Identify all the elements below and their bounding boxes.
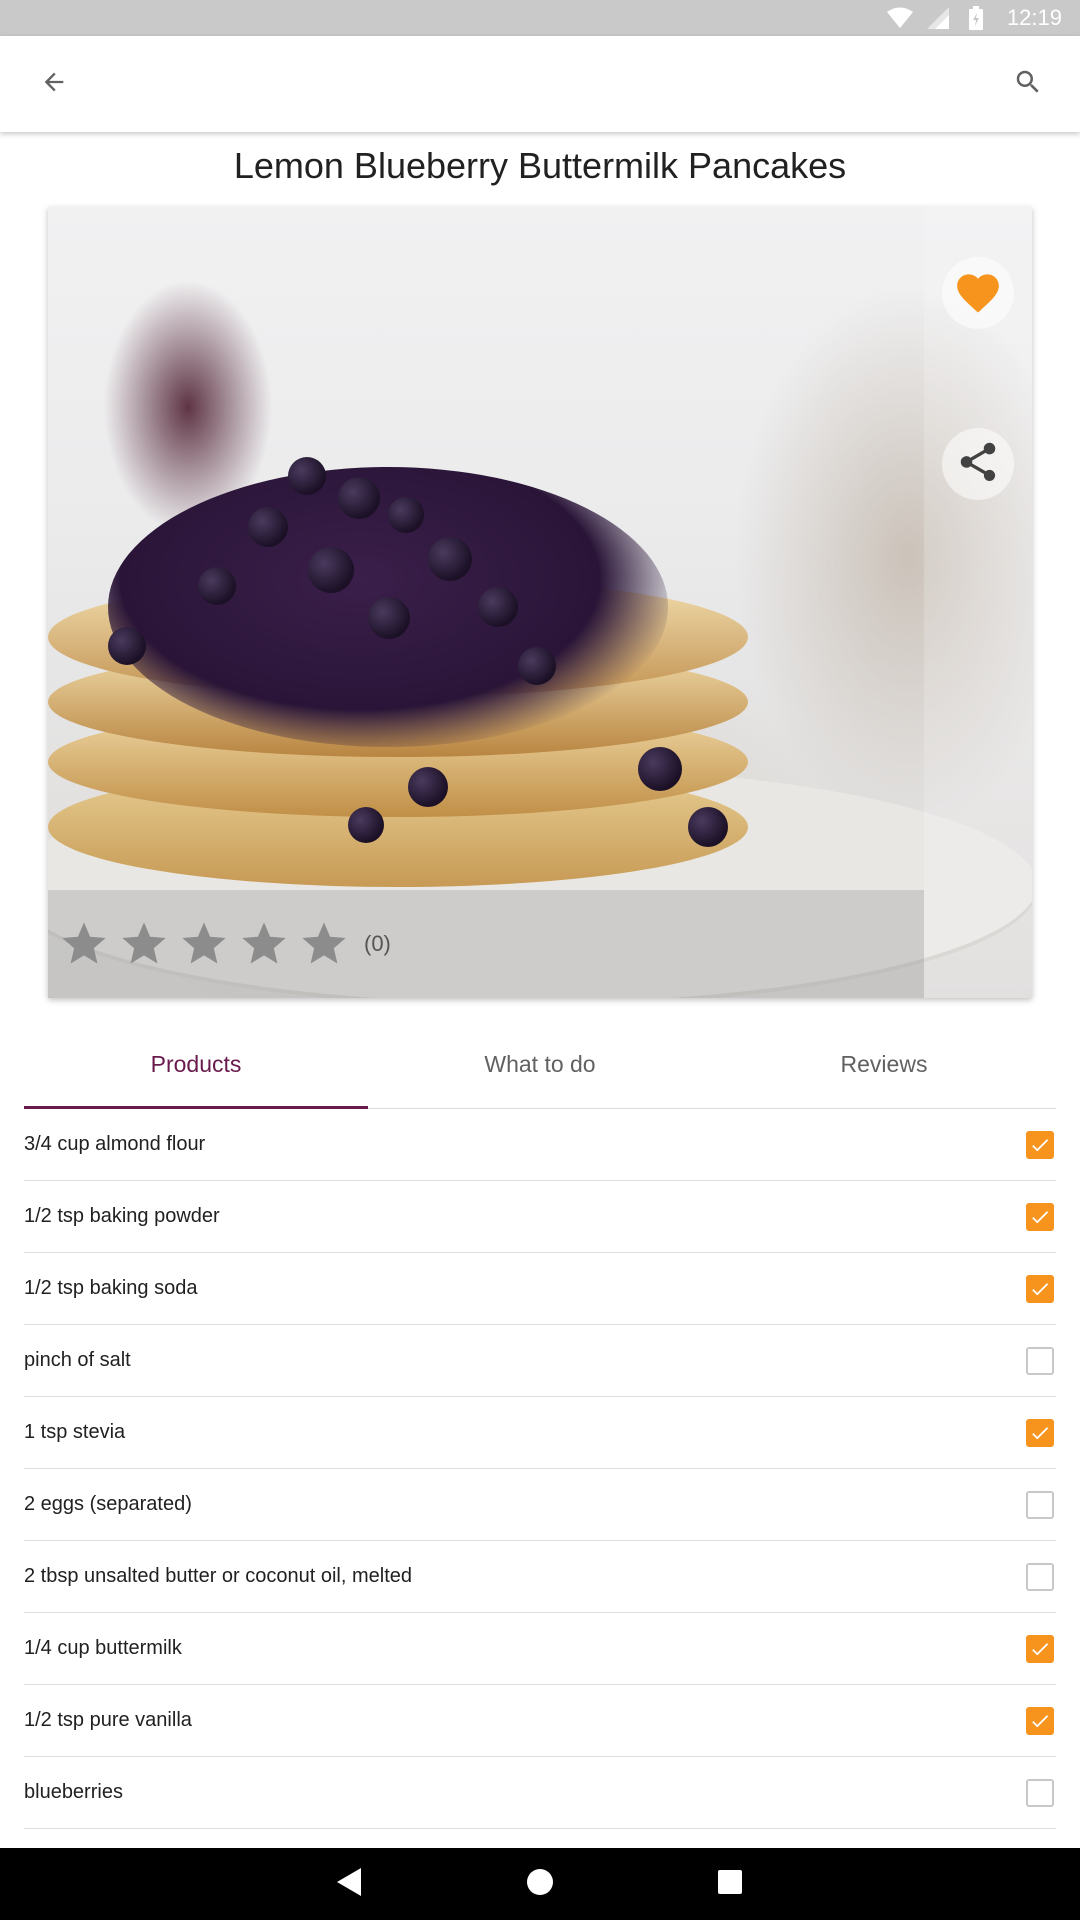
- ingredient-row[interactable]: pinch of salt: [24, 1325, 1056, 1397]
- tab-reviews[interactable]: Reviews: [712, 1020, 1056, 1108]
- ingredient-row[interactable]: 1 tsp stevia: [24, 1397, 1056, 1469]
- share-icon: [955, 439, 1001, 490]
- heart-icon: [953, 268, 1003, 319]
- ingredient-row[interactable]: 3/4 cup almond flour: [24, 1109, 1056, 1181]
- rating-count: (0): [364, 931, 391, 956]
- search-icon: [1013, 67, 1043, 102]
- nav-recents-button[interactable]: [710, 1864, 750, 1904]
- ingredient-label: 3/4 cup almond flour: [24, 1133, 206, 1155]
- star-icon[interactable]: [238, 918, 290, 970]
- nav-home-icon: [526, 1868, 554, 1901]
- battery-icon: [963, 5, 989, 31]
- ingredient-label: 1/2 tsp baking soda: [24, 1277, 198, 1299]
- ingredient-checkbox[interactable]: [1026, 1418, 1054, 1447]
- ingredient-row[interactable]: 1/2 tsp pure vanilla: [24, 1685, 1056, 1757]
- ingredient-label: pinch of salt: [24, 1349, 131, 1371]
- star-icon[interactable]: [178, 918, 230, 970]
- star-icon[interactable]: [58, 918, 110, 970]
- nav-recents-icon: [718, 1869, 742, 1899]
- cell-signal-icon: [925, 5, 951, 31]
- ingredient-label: blueberries: [24, 1781, 123, 1803]
- ingredient-checkbox[interactable]: [1026, 1778, 1054, 1807]
- ingredient-label: 1/4 cup buttermilk: [24, 1637, 182, 1659]
- search-button[interactable]: [1004, 60, 1052, 108]
- ingredient-checkbox[interactable]: [1026, 1706, 1054, 1735]
- rating-bar: (0): [48, 890, 924, 998]
- ingredient-row[interactable]: 2 tbsp unsalted butter or coconut oil, m…: [24, 1541, 1056, 1613]
- ingredient-label: 2 eggs (separated): [24, 1493, 192, 1515]
- ingredient-label: 1/2 tsp baking powder: [24, 1205, 220, 1227]
- nav-back-button[interactable]: [330, 1864, 370, 1904]
- ingredient-label: 2 tbsp unsalted butter or coconut oil, m…: [24, 1565, 413, 1587]
- ingredient-row[interactable]: 2 eggs (separated): [24, 1469, 1056, 1541]
- recipe-title: Lemon Blueberry Buttermilk Pancakes: [233, 145, 847, 186]
- recipe-photo: [48, 207, 1032, 998]
- ingredient-list: 3/4 cup almond flour 1/2 tsp baking powd…: [24, 1109, 1056, 1829]
- app-bar: [0, 36, 1080, 132]
- star-icon[interactable]: [118, 918, 170, 970]
- ingredient-checkbox[interactable]: [1026, 1490, 1054, 1519]
- ingredient-checkbox[interactable]: [1026, 1202, 1054, 1231]
- ingredient-checkbox[interactable]: [1026, 1346, 1054, 1375]
- ingredient-label: 1 tsp stevia: [24, 1421, 126, 1443]
- ingredient-row[interactable]: 1/2 tsp baking soda: [24, 1253, 1056, 1325]
- star-icon[interactable]: [298, 918, 350, 970]
- nav-back-icon: [337, 1867, 363, 1901]
- share-button[interactable]: [942, 428, 1014, 500]
- ingredient-label: 1/2 tsp pure vanilla: [24, 1709, 192, 1731]
- back-button[interactable]: [30, 60, 78, 108]
- tab-what-to-do[interactable]: What to do: [368, 1020, 712, 1108]
- recipe-image-card: (0): [48, 207, 1032, 998]
- tab-products[interactable]: Products: [24, 1020, 368, 1109]
- arrow-left-icon: [40, 68, 68, 101]
- nav-home-button[interactable]: [520, 1864, 560, 1904]
- wifi-icon: [886, 5, 913, 31]
- status-bar: 12:19: [0, 0, 1080, 36]
- ingredient-checkbox[interactable]: [1026, 1562, 1054, 1591]
- favorite-button[interactable]: [942, 257, 1014, 329]
- status-time: 12:19: [1006, 5, 1062, 30]
- ingredient-row[interactable]: 1/4 cup buttermilk: [24, 1613, 1056, 1685]
- ingredient-checkbox[interactable]: [1026, 1274, 1054, 1303]
- system-nav-bar: [0, 1848, 1080, 1920]
- ingredient-row[interactable]: 1/2 tsp baking powder: [24, 1181, 1056, 1253]
- recipe-tabs: Products What to do Reviews: [24, 1020, 1056, 1109]
- ingredient-checkbox[interactable]: [1026, 1634, 1054, 1663]
- ingredient-row[interactable]: blueberries: [24, 1757, 1056, 1829]
- ingredient-checkbox[interactable]: [1026, 1130, 1054, 1159]
